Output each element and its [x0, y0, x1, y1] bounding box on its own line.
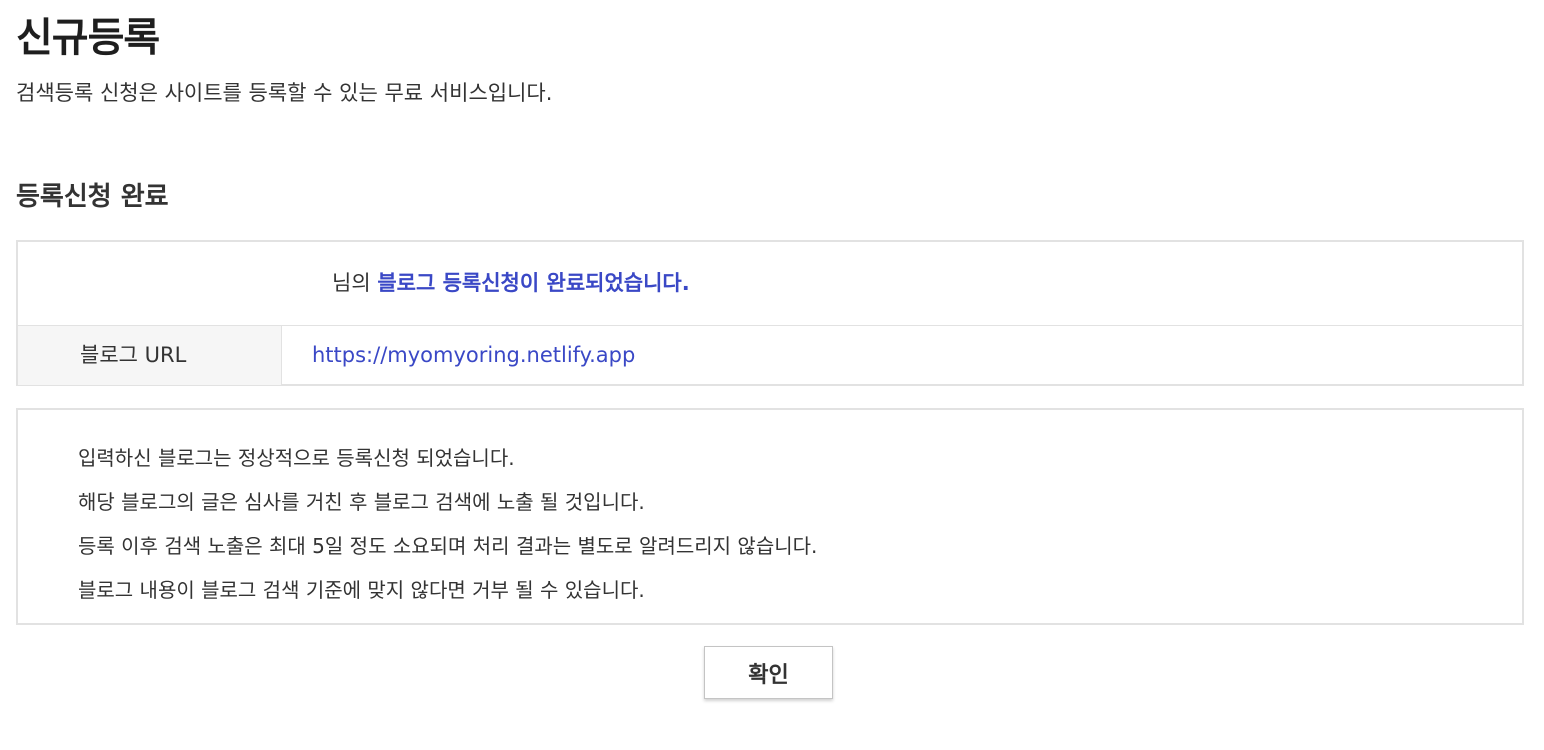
registration-result-box: 님의 블로그 등록신청이 완료되었습니다. 블로그 URL https://my…: [16, 240, 1524, 386]
blog-url-value-cell: https://myomyoring.netlify.app: [282, 326, 1522, 385]
blog-url-label: 블로그 URL: [80, 343, 187, 367]
notice-list: 입력하신 블로그는 정상적으로 등록신청 되었습니다. 해당 블로그의 글은 심…: [78, 436, 817, 612]
user-suffix: 님의: [332, 271, 371, 295]
section-title: 등록신청 완료: [16, 182, 169, 212]
page-description: 검색등록 신청은 사이트를 등록할 수 있는 무료 서비스입니다.: [16, 81, 553, 105]
blog-url-row: 블로그 URL https://myomyoring.netlify.app: [18, 326, 1522, 385]
notice-line: 블로그 내용이 블로그 검색 기준에 맞지 않다면 거부 될 수 있습니다.: [78, 578, 645, 602]
confirm-button[interactable]: 확인: [704, 646, 833, 699]
blog-url-label-cell: 블로그 URL: [18, 326, 282, 385]
result-message-row: 님의 블로그 등록신청이 완료되었습니다.: [18, 242, 1522, 326]
notice-box: 입력하신 블로그는 정상적으로 등록신청 되었습니다. 해당 블로그의 글은 심…: [16, 408, 1524, 625]
blog-url-link[interactable]: https://myomyoring.netlify.app: [312, 340, 635, 370]
completion-message: 블로그 등록신청이 완료되었습니다.: [377, 271, 690, 295]
notice-line: 등록 이후 검색 노출은 최대 5일 정도 소요되며 처리 결과는 별도로 알려…: [78, 534, 818, 558]
result-message: 님의 블로그 등록신청이 완료되었습니다.: [332, 268, 690, 298]
notice-line: 입력하신 블로그는 정상적으로 등록신청 되었습니다.: [78, 446, 515, 470]
notice-line: 해당 블로그의 글은 심사를 거친 후 블로그 검색에 노출 될 것입니다.: [78, 490, 645, 514]
page-title: 신규등록: [16, 15, 160, 61]
